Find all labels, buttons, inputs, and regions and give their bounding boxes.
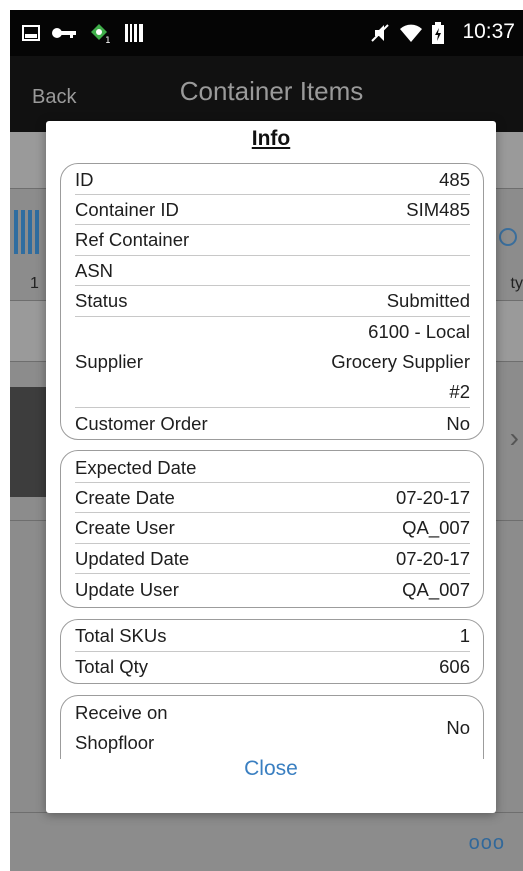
svg-text:1: 1: [105, 36, 111, 44]
close-button[interactable]: Close: [46, 757, 496, 781]
search-icon: [499, 228, 517, 246]
mute-icon: [368, 22, 392, 44]
qty-column-label: ty: [510, 275, 523, 292]
info-row-total-qty: Total Qty 606: [75, 652, 470, 682]
supplier-value-line: Grocery Supplier: [331, 351, 470, 372]
item-count-label: 1: [30, 275, 39, 292]
info-value: SIM485: [406, 198, 470, 220]
info-row-create-user: Create User QA_007: [75, 513, 470, 544]
info-label: ID: [75, 168, 94, 190]
info-label: Total SKUs: [75, 625, 167, 646]
info-row-total-skus: Total SKUs 1: [75, 621, 470, 652]
wifi-icon: [398, 22, 424, 44]
key-icon: [50, 22, 78, 44]
barcode-icon: [122, 22, 146, 44]
info-label: Updated Date: [75, 547, 190, 569]
info-row-container-id: Container ID SIM485: [75, 195, 470, 225]
info-value: 485: [439, 168, 470, 190]
supplier-value-line: #2: [449, 381, 470, 402]
info-row-supplier: Supplier 6100 - Local Grocery Supplier #…: [75, 317, 470, 408]
info-group-general: ID 485 Container ID SIM485 Ref Container…: [60, 163, 484, 440]
info-label: Update User: [75, 578, 179, 600]
info-group-dates: Expected Date Create Date 07-20-17 Creat…: [60, 450, 484, 608]
info-label: Create Date: [75, 486, 175, 508]
battery-icon: [430, 22, 446, 44]
receive-label-line: Shopfloor: [75, 732, 155, 753]
info-label: Receive on Shopfloor: [75, 698, 168, 758]
scan-barcode-icon: [14, 210, 44, 254]
info-group-receive: Receive on Shopfloor No: [60, 695, 484, 759]
dialog-title: Info: [251, 127, 291, 150]
info-label: Ref Container: [75, 229, 190, 250]
clock: 10:37: [462, 20, 515, 43]
info-label: ASN: [75, 259, 114, 281]
info-value: 07-20-17: [395, 547, 470, 569]
android-notify-icon: 1: [86, 22, 114, 44]
info-row-id: ID 485: [75, 165, 470, 195]
device-screen: 1 10:37 Back Container Items 1 ty › ooo …: [10, 10, 523, 871]
more-menu-button: ooo: [468, 832, 505, 854]
image-icon: [20, 22, 42, 44]
info-row-expected-date: Expected Date: [75, 453, 470, 483]
info-value: 606: [439, 656, 470, 677]
info-row-receive-on-shopfloor: Receive on Shopfloor No: [75, 698, 470, 758]
info-group-totals: Total SKUs 1 Total Qty 606: [60, 619, 484, 684]
status-bar: 1 10:37: [10, 10, 523, 56]
info-row-updated-date: Updated Date 07-20-17: [75, 544, 470, 574]
receive-label-line: Receive on: [75, 702, 168, 723]
info-label: Container ID: [75, 198, 179, 220]
chevron-right-icon: ›: [509, 422, 519, 453]
supplier-value-line: 6100 - Local: [368, 321, 470, 342]
info-label: Customer Order: [75, 412, 208, 434]
info-row-ref-container: Ref Container: [75, 225, 470, 256]
info-value: 6100 - Local Grocery Supplier #2: [331, 317, 470, 407]
page-title: Container Items: [179, 76, 364, 106]
info-value: No: [446, 412, 470, 434]
info-label: Create User: [75, 517, 175, 538]
info-row-customer-order: Customer Order No: [75, 408, 470, 439]
info-row-asn: ASN: [75, 256, 470, 286]
info-value: Submitted: [386, 290, 470, 311]
info-row-create-date: Create Date 07-20-17: [75, 483, 470, 513]
info-label: Supplier: [75, 351, 143, 372]
info-value: QA_007: [402, 517, 470, 538]
info-value: QA_007: [402, 578, 470, 600]
info-value: No: [446, 717, 470, 738]
info-value: 07-20-17: [395, 486, 470, 508]
info-row-update-user: Update User QA_007: [75, 574, 470, 605]
info-label: Expected Date: [75, 456, 197, 478]
info-label: Status: [75, 290, 128, 311]
info-dialog: Info ID 485 Container ID SIM485 Ref Cont…: [46, 121, 496, 813]
info-label: Total Qty: [75, 656, 148, 677]
info-row-status: Status Submitted: [75, 286, 470, 317]
info-value: 1: [459, 625, 470, 646]
item-thumbnail: [10, 387, 46, 497]
